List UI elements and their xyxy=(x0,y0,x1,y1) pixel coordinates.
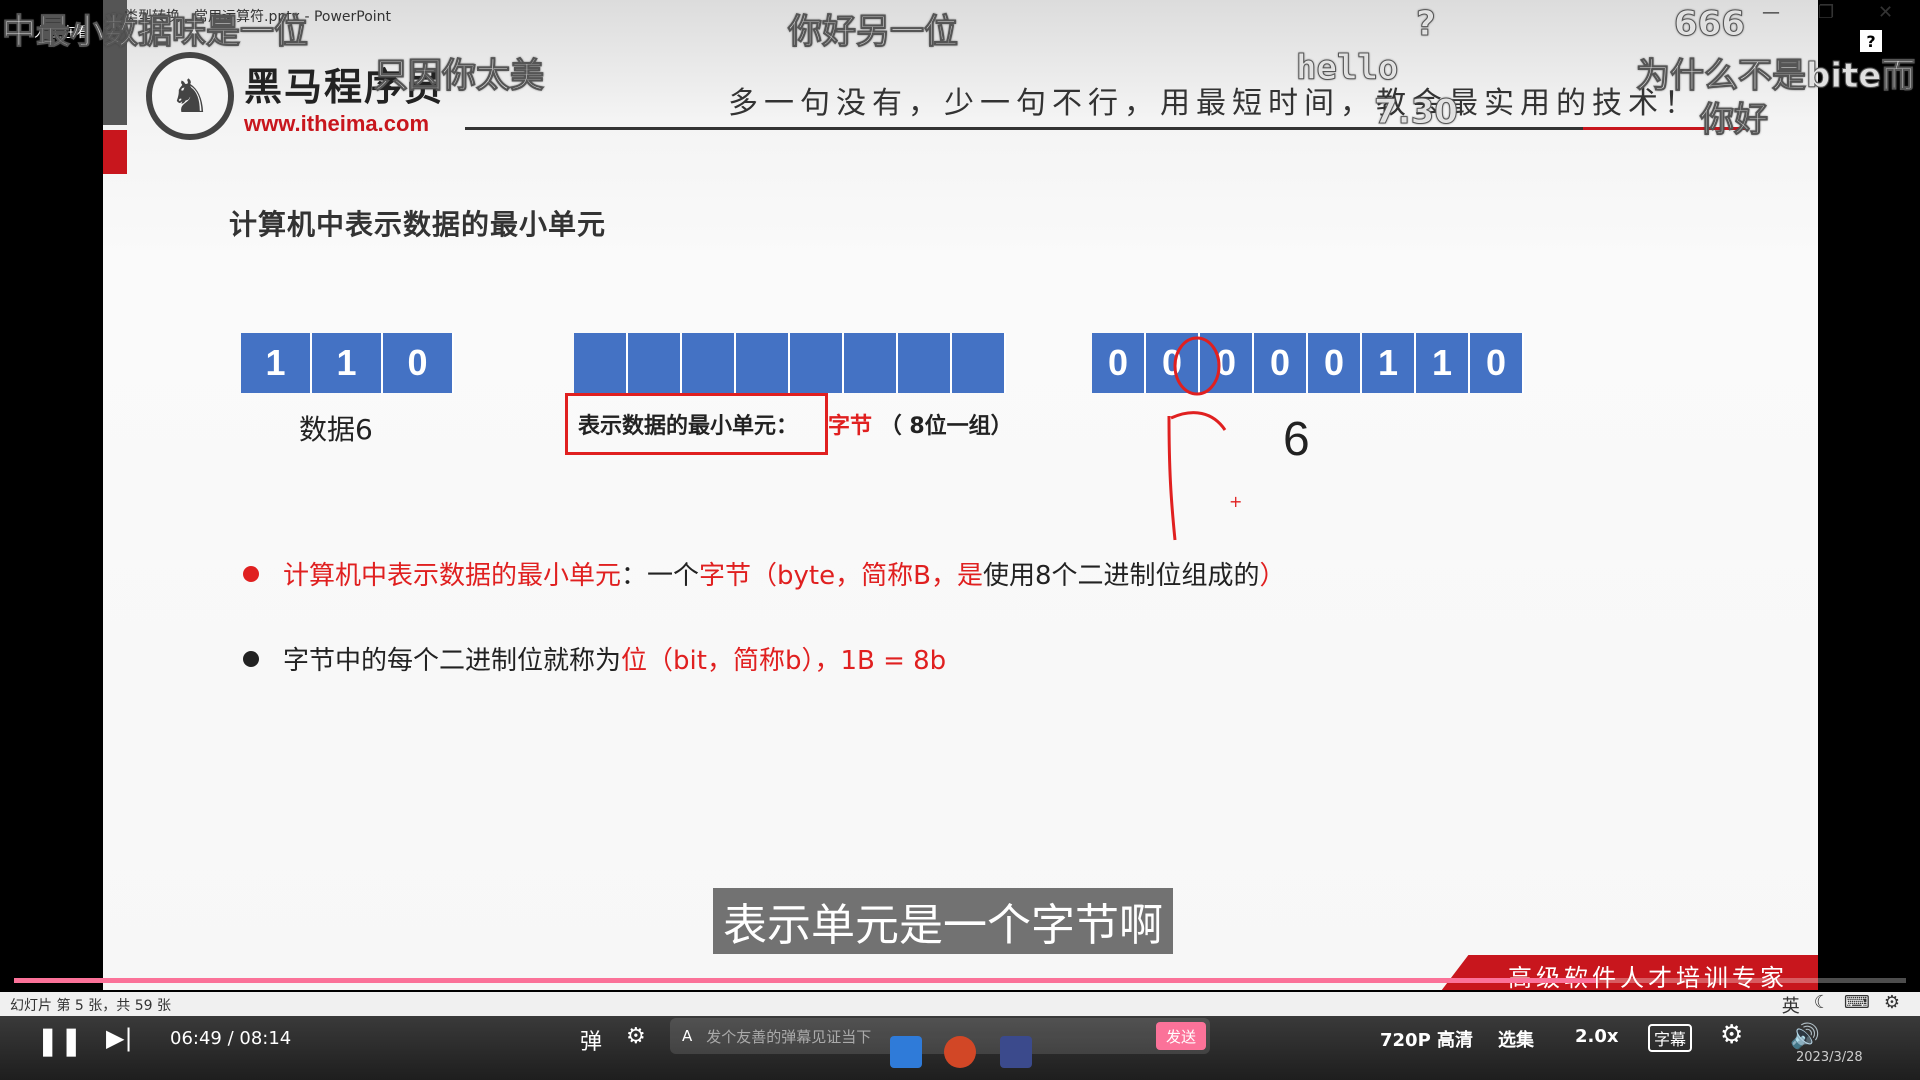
subtitle-button[interactable]: 字幕 xyxy=(1648,1024,1693,1052)
footer-banner: 高级软件人才培训专家 xyxy=(1438,955,1818,990)
settings-icon[interactable]: ⚙ xyxy=(1720,1020,1743,1050)
header-divider xyxy=(465,127,1745,130)
ime-toolbar: 英 ☾ ⌨ ⚙ xyxy=(1782,992,1900,1018)
minimize-icon[interactable]: — xyxy=(1762,2,1780,23)
byte-cell xyxy=(736,333,790,393)
handwritten-six: 6 xyxy=(1283,413,1310,466)
ppt-status-bar: 幻灯片 第 5 张，共 59 张 英 ☾ ⌨ ⚙ xyxy=(0,992,1920,1018)
byte-cell xyxy=(898,333,952,393)
danmaku-comment: 中最小数据味是一位 xyxy=(2,12,309,53)
bullet-text: 计算机中表示数据的最小单元 xyxy=(283,561,622,591)
ide-icon[interactable] xyxy=(1000,1036,1032,1068)
data-caption: 数据6 xyxy=(299,413,373,446)
bullet-dot xyxy=(243,650,259,667)
byte-cell xyxy=(952,333,1006,393)
byte-word: 字节 xyxy=(828,414,873,439)
byte-cells-row xyxy=(574,333,1006,393)
danmaku-settings-icon[interactable]: ⚙ xyxy=(626,1024,646,1049)
danmaku-comment: hello xyxy=(1295,48,1399,89)
bit-cell: 1 xyxy=(312,333,383,393)
byte-cell xyxy=(844,333,898,393)
speed-button[interactable]: 2.0x xyxy=(1575,1026,1619,1047)
cursor-plus: + xyxy=(1229,492,1243,511)
bullet-text: 使用8个二进制位组成的 xyxy=(982,561,1260,591)
bit-cell: 1 xyxy=(241,333,312,393)
bullet-text: ：一个 xyxy=(621,561,700,591)
send-button[interactable]: 发送 xyxy=(1156,1022,1206,1050)
progress-bar[interactable] xyxy=(14,978,1906,983)
byte-note: 字节 （ 8位一组） xyxy=(828,408,1013,440)
slide-decor-red-bar xyxy=(103,130,127,174)
bullet-min-unit: 计算机中表示数据的最小单元 ：一个 字节（byte，简称B， 是 使用8个二进制… xyxy=(243,555,1286,592)
powerpoint-icon[interactable] xyxy=(944,1036,976,1068)
time-display: 06:49 / 08:14 xyxy=(170,1028,292,1049)
danmaku-placeholder: 发个友善的弹幕见证当下 xyxy=(706,1027,872,1046)
clock-date: 2023/3/28 xyxy=(1796,1050,1863,1065)
danmaku-toggle-icon[interactable]: 弹 xyxy=(580,1024,602,1056)
gear-icon[interactable]: ⚙ xyxy=(1884,992,1900,1018)
pause-icon[interactable]: ❚❚ xyxy=(36,1024,83,1057)
close-icon[interactable]: ✕ xyxy=(1878,2,1893,23)
slide-status: 幻灯片 第 5 张，共 59 张 xyxy=(10,998,171,1014)
horse-logo-icon: ♞ xyxy=(146,52,234,140)
danmaku-comment: 你好 xyxy=(1700,100,1769,141)
danmaku-comment: 你好另一位 xyxy=(788,12,959,53)
volume-icon[interactable]: 🔊 xyxy=(1790,1022,1820,1050)
keyboard-icon[interactable]: ⌨ xyxy=(1844,992,1870,1018)
windows-start-icon[interactable] xyxy=(890,1036,922,1068)
data-bits-row: 1 1 0 xyxy=(241,333,454,393)
logo-url: www.itheima.com xyxy=(244,110,430,136)
bullet-text: 字节中的每个二进制位就称为 xyxy=(283,646,622,676)
bullet-text: ） xyxy=(1259,561,1286,591)
bit-cell: 1 xyxy=(1416,333,1470,393)
episodes-button[interactable]: 选集 xyxy=(1498,1026,1534,1052)
bit-cell: 0 xyxy=(383,333,454,393)
danmaku-input[interactable]: A 发个友善的弹幕见证当下 xyxy=(670,1018,1210,1054)
slide-title: 计算机中表示数据的最小单元 xyxy=(229,208,607,241)
bit-cell: 1 xyxy=(1362,333,1416,393)
bullet-text: 是 xyxy=(956,561,983,591)
bit-cell: 0 xyxy=(1470,333,1524,393)
quality-button[interactable]: 720P 高清 xyxy=(1380,1026,1473,1052)
byte-cell xyxy=(682,333,736,393)
danmaku-comment: 只因你太美 xyxy=(374,56,545,97)
bullet-text: 字节（byte，简称B， xyxy=(699,561,957,591)
byte-cell xyxy=(574,333,628,393)
powerpoint-slide: ♞ 黑马程序员 www.itheima.com 多一句没有，少一句不行，用最短时… xyxy=(103,0,1818,990)
danmaku-comment: ? xyxy=(1416,4,1437,45)
byte-cell xyxy=(790,333,844,393)
bullet-dot xyxy=(243,565,259,582)
progress-fill xyxy=(14,978,1596,983)
byte-cell xyxy=(628,333,682,393)
bit-cell: 0 xyxy=(1308,333,1362,393)
byte-group: （ 8位一组） xyxy=(879,414,1013,439)
ime-lang[interactable]: 英 xyxy=(1782,992,1800,1018)
danmaku-comment: 666 xyxy=(1674,4,1746,45)
restore-icon[interactable]: ❐ xyxy=(1818,2,1834,23)
video-subtitle: 表示单元是一个字节啊 xyxy=(713,888,1173,954)
min-unit-box: 表示数据的最小单元： xyxy=(565,393,828,455)
danmaku-comment: 7.30 xyxy=(1374,92,1459,133)
bullet-bit: 字节中的每个二进制位就称为 位（bit，简称b），1B = 8b xyxy=(243,640,946,677)
text-style-icon[interactable]: A xyxy=(682,1027,692,1045)
moon-icon[interactable]: ☾ xyxy=(1814,992,1830,1018)
danmaku-comment: 为什么不是bite而 xyxy=(1635,56,1916,97)
next-icon[interactable]: ▶| xyxy=(106,1024,133,1052)
slide-slogan: 多一句没有，少一句不行，用最短时间，教会最实用的技术！ xyxy=(728,86,1700,121)
bullet-text: 位（bit，简称b），1B = 8b xyxy=(621,646,947,676)
